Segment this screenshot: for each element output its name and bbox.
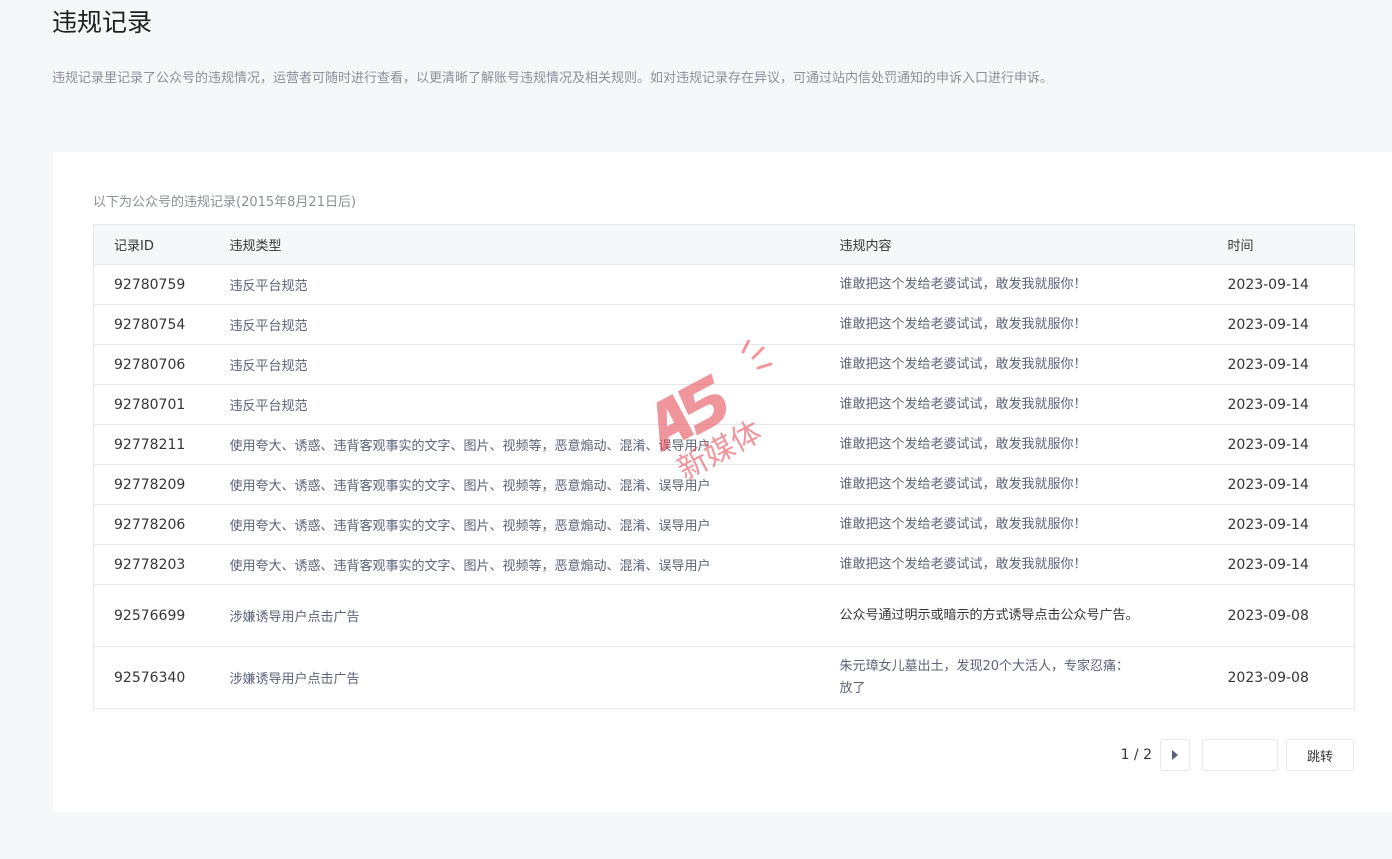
record-id: 92780701 <box>93 384 230 425</box>
table-row: 92576340 涉嫌诱导用户点击广告 朱元璋女儿墓出土，发现20个大活人，专家… <box>93 646 1355 709</box>
table-row: 92780754 违反平台规范 谁敢把这个发给老婆试试，敢发我就服你！ 2023… <box>93 304 1355 345</box>
table-row: 92780759 违反平台规范 谁敢把这个发给老婆试试，敢发我就服你！ 2023… <box>93 264 1355 305</box>
table-row: 92780706 违反平台规范 谁敢把这个发给老婆试试，敢发我就服你！ 2023… <box>93 344 1355 385</box>
violation-type: 违反平台规范 <box>229 304 840 345</box>
next-page-button[interactable] <box>1160 739 1190 771</box>
violation-content-text: 公众号通过明示或暗示的方式诱导点击公众号广告。 <box>839 607 1139 623</box>
violation-content-text[interactable]: 谁敢把这个发给老婆试试，敢发我就服你！ <box>840 314 1087 336</box>
record-time: 2023-09-14 <box>1227 464 1355 505</box>
violation-content-text[interactable]: 谁敢把这个发给老婆试试，敢发我就服你！ <box>840 434 1087 456</box>
violation-type: 使用夸大、诱惑、违背客观事实的文字、图片、视频等，恶意煽动、混淆、误导用户 <box>229 424 840 465</box>
violation-type: 违反平台规范 <box>229 264 840 305</box>
record-time: 2023-09-08 <box>1227 646 1355 709</box>
violation-type: 使用夸大、诱惑、违背客观事实的文字、图片、视频等，恶意煽动、混淆、误导用户 <box>229 544 840 585</box>
page-number-input[interactable] <box>1202 739 1278 771</box>
violation-type: 违反平台规范 <box>229 344 840 385</box>
record-id: 92778211 <box>93 424 230 465</box>
record-id: 92576699 <box>93 584 230 647</box>
header-violation-type: 违规类型 <box>229 224 840 265</box>
violation-content[interactable]: 谁敢把这个发给老婆试试，敢发我就服你！ <box>839 504 1228 545</box>
record-time: 2023-09-14 <box>1227 544 1355 585</box>
record-id: 92576340 <box>93 646 230 709</box>
records-note: 以下为公众号的违规记录(2015年8月21日后) <box>93 195 357 210</box>
records-card: 以下为公众号的违规记录(2015年8月21日后) 记录ID 违规类型 违规内容 … <box>53 152 1392 812</box>
violation-content[interactable]: 谁敢把这个发给老婆试试，敢发我就服你！ <box>839 344 1228 385</box>
record-id: 92778206 <box>93 504 230 545</box>
violation-content[interactable]: 谁敢把这个发给老婆试试，敢发我就服你！ <box>839 544 1228 585</box>
page-description: 违规记录里记录了公众号的违规情况，运营者可随时进行查看，以更清晰了解账号违规情况… <box>52 71 1054 86</box>
violation-type: 使用夸大、诱惑、违背客观事实的文字、图片、视频等，恶意煽动、混淆、误导用户 <box>229 464 840 505</box>
violation-content[interactable]: 谁敢把这个发给老婆试试，敢发我就服你！ <box>839 464 1228 505</box>
violation-content[interactable]: 朱元璋女儿墓出土，发现20个大活人，专家忍痛：放了 <box>839 646 1228 709</box>
record-time: 2023-09-14 <box>1227 344 1355 385</box>
jump-button[interactable]: 跳转 <box>1286 739 1354 771</box>
violation-content-text[interactable]: 谁敢把这个发给老婆试试，敢发我就服你！ <box>840 514 1087 536</box>
record-time: 2023-09-14 <box>1227 264 1355 305</box>
record-id: 92780706 <box>93 344 230 385</box>
record-time: 2023-09-14 <box>1227 384 1355 425</box>
header-time: 时间 <box>1227 224 1355 265</box>
violation-content-text[interactable]: 谁敢把这个发给老婆试试，敢发我就服你！ <box>840 354 1087 376</box>
table-row: 92778206 使用夸大、诱惑、违背客观事实的文字、图片、视频等，恶意煽动、混… <box>93 504 1355 545</box>
record-id: 92778209 <box>93 464 230 505</box>
violation-content[interactable]: 谁敢把这个发给老婆试试，敢发我就服你！ <box>839 264 1228 305</box>
violation-content-text[interactable]: 谁敢把这个发给老婆试试，敢发我就服你！ <box>840 394 1087 416</box>
record-id: 92780754 <box>93 304 230 345</box>
violation-content: 公众号通过明示或暗示的方式诱导点击公众号广告。 <box>839 584 1228 647</box>
table-row: 92778209 使用夸大、诱惑、违背客观事实的文字、图片、视频等，恶意煽动、混… <box>93 464 1355 505</box>
violation-content-text[interactable]: 朱元璋女儿墓出土，发现20个大活人，专家忍痛：放了 <box>840 656 1140 700</box>
page-indicator: 1 / 2 <box>1120 747 1152 763</box>
violation-type: 涉嫌诱导用户点击广告 <box>229 646 840 709</box>
page-title: 违规记录 <box>52 8 153 37</box>
violation-records-table: 记录ID 违规类型 违规内容 时间 92780759 违反平台规范 谁敢把这个发… <box>93 224 1355 709</box>
pagination: 1 / 2 跳转 <box>1121 739 1354 771</box>
table-header-row: 记录ID 违规类型 违规内容 时间 <box>93 224 1355 265</box>
violation-content-text[interactable]: 谁敢把这个发给老婆试试，敢发我就服你！ <box>840 474 1087 496</box>
table-row: 92576699 涉嫌诱导用户点击广告 公众号通过明示或暗示的方式诱导点击公众号… <box>93 584 1355 647</box>
violation-content-text[interactable]: 谁敢把这个发给老婆试试，敢发我就服你！ <box>840 274 1087 296</box>
header-violation-content: 违规内容 <box>839 224 1228 265</box>
record-time: 2023-09-14 <box>1227 504 1355 545</box>
record-id: 92778203 <box>93 544 230 585</box>
table-row: 92780701 违反平台规范 谁敢把这个发给老婆试试，敢发我就服你！ 2023… <box>93 384 1355 425</box>
header-record-id: 记录ID <box>93 224 230 265</box>
record-time: 2023-09-08 <box>1227 584 1355 647</box>
violation-content[interactable]: 谁敢把这个发给老婆试试，敢发我就服你！ <box>839 424 1228 465</box>
violation-type: 使用夸大、诱惑、违背客观事实的文字、图片、视频等，恶意煽动、混淆、误导用户 <box>229 504 840 545</box>
violation-content-text[interactable]: 谁敢把这个发给老婆试试，敢发我就服你！ <box>840 554 1087 576</box>
record-time: 2023-09-14 <box>1227 424 1355 465</box>
violation-type: 违反平台规范 <box>229 384 840 425</box>
record-time: 2023-09-14 <box>1227 304 1355 345</box>
triangle-right-icon <box>1172 750 1178 760</box>
record-id: 92780759 <box>93 264 230 305</box>
table-row: 92778211 使用夸大、诱惑、违背客观事实的文字、图片、视频等，恶意煽动、混… <box>93 424 1355 465</box>
violation-content[interactable]: 谁敢把这个发给老婆试试，敢发我就服你！ <box>839 304 1228 345</box>
table-row: 92778203 使用夸大、诱惑、违背客观事实的文字、图片、视频等，恶意煽动、混… <box>93 544 1355 585</box>
violation-content[interactable]: 谁敢把这个发给老婆试试，敢发我就服你！ <box>839 384 1228 425</box>
violation-type: 涉嫌诱导用户点击广告 <box>229 584 840 647</box>
